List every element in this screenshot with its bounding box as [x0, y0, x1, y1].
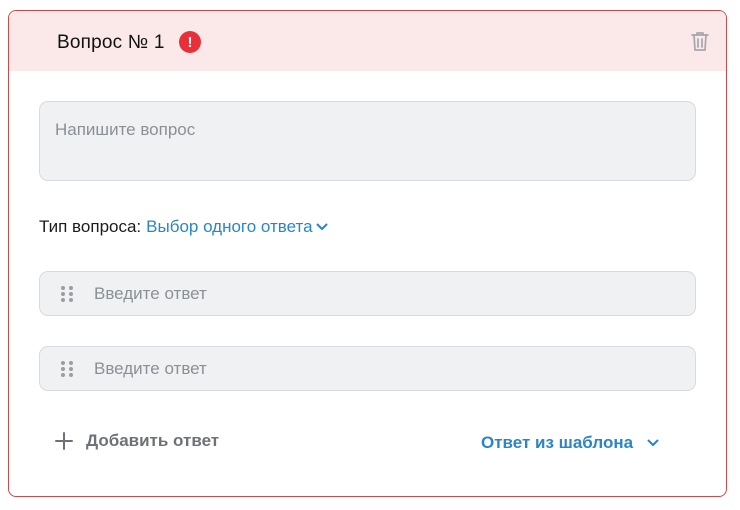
template-answer-button[interactable]: Ответ из шаблона: [481, 433, 659, 453]
answer-input[interactable]: [94, 347, 685, 390]
question-type-dropdown[interactable]: Выбор одного ответа: [146, 217, 328, 237]
answer-field: [39, 271, 696, 316]
question-type-row: Тип вопроса: Выбор одного ответа: [39, 217, 328, 237]
question-type-label: Тип вопроса:: [39, 217, 142, 236]
plus-icon: [55, 432, 73, 450]
answer-input[interactable]: [94, 272, 685, 315]
chevron-down-icon: [316, 223, 328, 230]
question-title: Вопрос № 1: [57, 32, 165, 53]
trash-icon: [691, 32, 709, 51]
drag-handle-icon[interactable]: [60, 284, 74, 304]
delete-question-button[interactable]: [688, 29, 712, 53]
chevron-down-icon: [647, 439, 659, 446]
question-text-input[interactable]: [39, 101, 696, 181]
error-icon: !: [179, 31, 201, 53]
drag-handle-icon[interactable]: [60, 359, 74, 379]
add-answer-button[interactable]: Добавить ответ: [55, 431, 219, 451]
question-type-value: Выбор одного ответа: [146, 217, 313, 236]
question-header: Вопрос № 1 !: [9, 11, 726, 71]
question-card: Вопрос № 1 ! Тип вопроса: Выбор одного о…: [8, 10, 727, 497]
answer-field: [39, 346, 696, 391]
add-answer-label: Добавить ответ: [86, 431, 220, 450]
template-answer-label: Ответ из шаблона: [481, 433, 634, 452]
